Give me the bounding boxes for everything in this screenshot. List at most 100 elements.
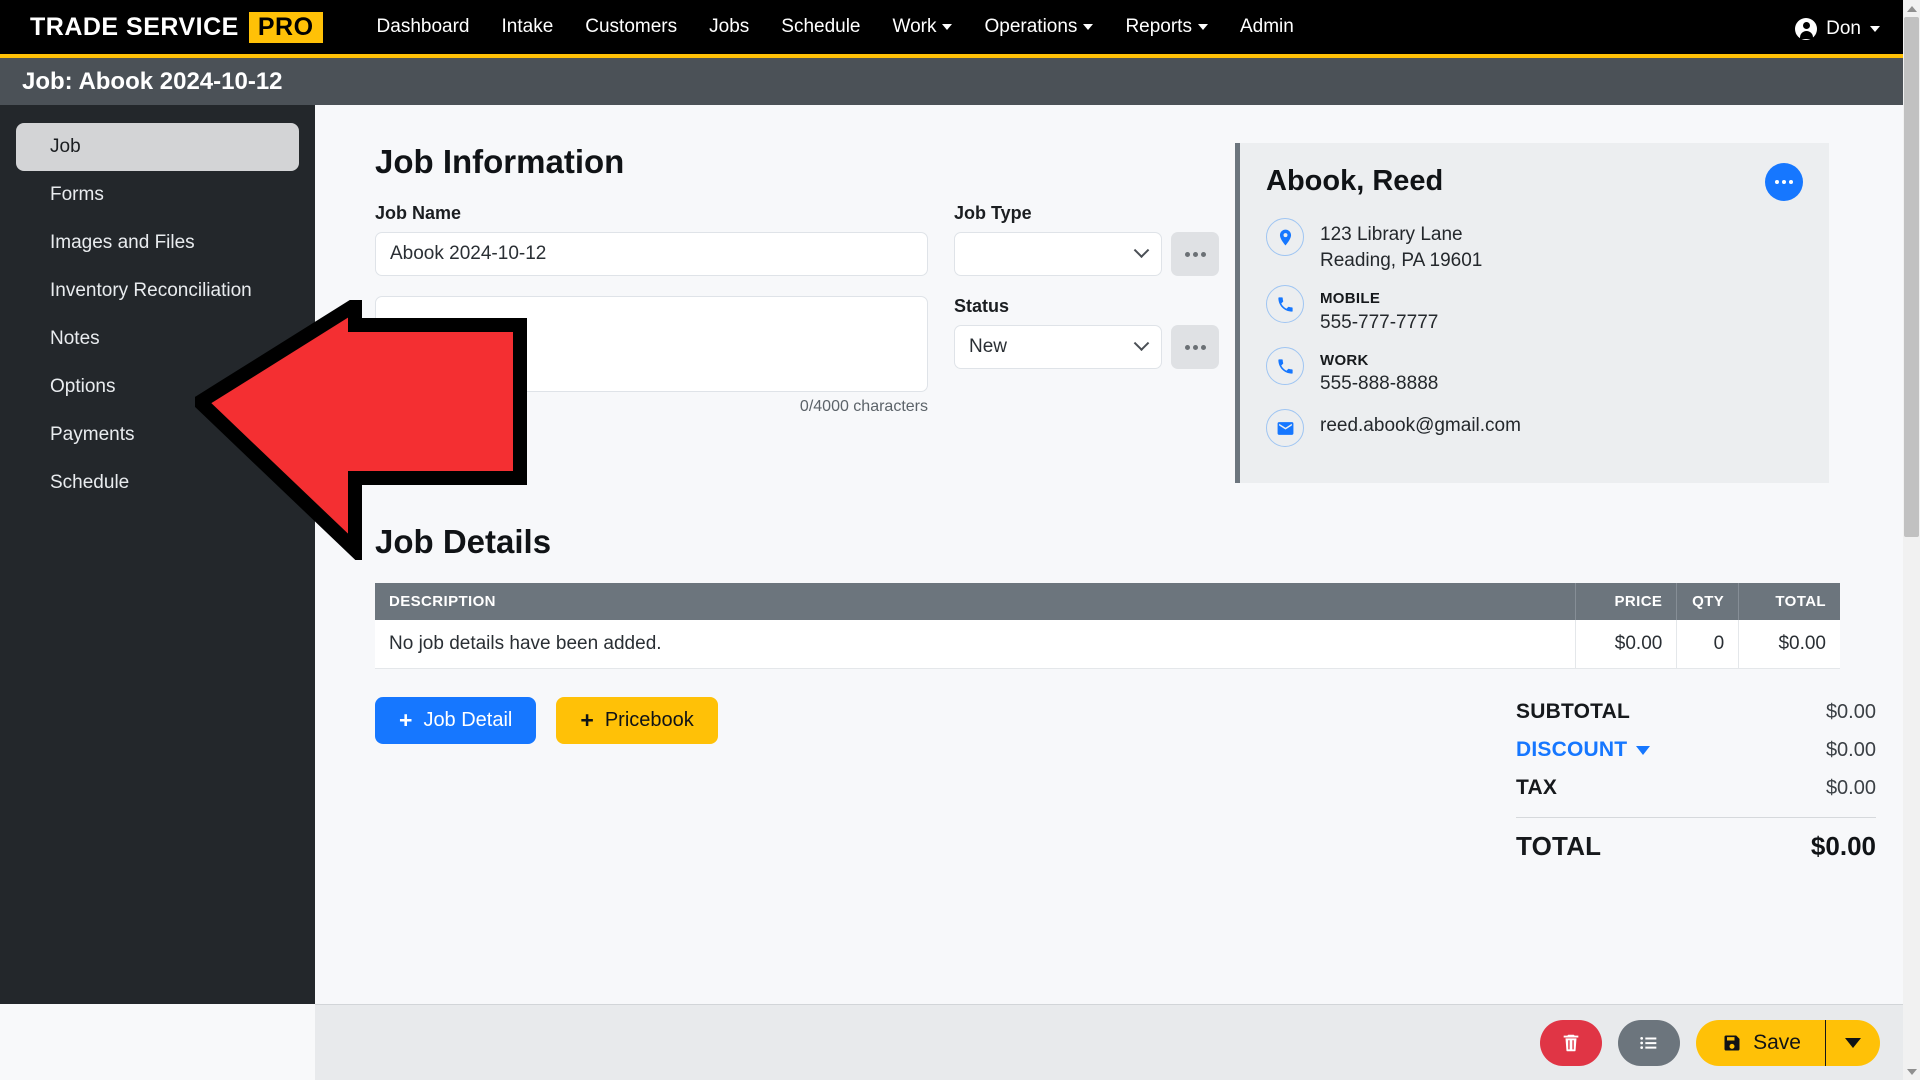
cell-total: $0.00 bbox=[1739, 620, 1840, 669]
work-value[interactable]: 555-888-8888 bbox=[1320, 371, 1438, 397]
sidebar-item-label: Notes bbox=[50, 328, 100, 349]
chevron-down-icon bbox=[942, 24, 952, 30]
job-name-input[interactable]: Abook 2024-10-12 bbox=[375, 232, 928, 276]
table-body: No job details have been added. $0.00 0 … bbox=[375, 620, 1840, 669]
mobile-value[interactable]: 555-777-7777 bbox=[1320, 310, 1438, 336]
subtotal-label: SUBTOTAL bbox=[1516, 700, 1630, 724]
list-icon bbox=[1638, 1032, 1660, 1054]
dot-icon bbox=[1789, 180, 1793, 184]
phone-icon bbox=[1266, 285, 1304, 323]
scroll-up-button[interactable] bbox=[1903, 0, 1920, 17]
status-group: Status New bbox=[954, 296, 1219, 416]
vertical-scrollbar[interactable] bbox=[1903, 0, 1920, 1080]
save-dropdown-toggle[interactable] bbox=[1826, 1020, 1880, 1066]
nav-item-customers[interactable]: Customers bbox=[569, 8, 693, 46]
discount-value: $0.00 bbox=[1826, 739, 1876, 762]
job-type-more-button[interactable] bbox=[1171, 232, 1219, 276]
scrollbar-thumb[interactable] bbox=[1904, 17, 1919, 537]
customer-email[interactable]: reed.abook@gmail.com bbox=[1320, 409, 1521, 439]
chevron-down-icon bbox=[1083, 24, 1093, 30]
customer-more-button[interactable] bbox=[1765, 163, 1803, 201]
nav-label: Admin bbox=[1240, 16, 1294, 38]
job-name-label: Job Name bbox=[375, 203, 928, 224]
nav-links: Dashboard Intake Customers Jobs Schedule… bbox=[361, 8, 1310, 46]
cell-price: $0.00 bbox=[1576, 620, 1677, 669]
job-type-label: Job Type bbox=[954, 203, 1219, 224]
chevron-down-icon bbox=[1870, 26, 1880, 32]
work-label: WORK bbox=[1320, 351, 1438, 371]
discount-label: DISCOUNT bbox=[1516, 738, 1627, 762]
nav-item-admin[interactable]: Admin bbox=[1224, 8, 1310, 46]
sidebar-item-inventory-reconciliation[interactable]: Inventory Reconciliation bbox=[16, 267, 299, 315]
column-header-price: PRICE bbox=[1576, 583, 1677, 620]
job-type-controls bbox=[954, 232, 1219, 276]
dot-icon bbox=[1775, 180, 1779, 184]
list-view-button[interactable] bbox=[1618, 1020, 1680, 1066]
job-information-heading: Job Information bbox=[375, 143, 1205, 181]
add-pricebook-label: Pricebook bbox=[605, 709, 694, 732]
sidebar-item-label: Images and Files bbox=[50, 232, 195, 253]
delete-button[interactable] bbox=[1540, 1020, 1602, 1066]
customer-work: WORK 555-888-8888 bbox=[1320, 347, 1438, 397]
add-pricebook-button[interactable]: + Pricebook bbox=[556, 697, 717, 744]
chevron-down-icon bbox=[1198, 24, 1208, 30]
discount-toggle[interactable]: DISCOUNT bbox=[1516, 738, 1650, 762]
nav-item-operations[interactable]: Operations bbox=[968, 8, 1109, 46]
address-line2: Reading, PA 19601 bbox=[1320, 248, 1482, 274]
customer-mobile: MOBILE 555-777-7777 bbox=[1320, 285, 1438, 335]
nav-item-reports[interactable]: Reports bbox=[1109, 8, 1224, 46]
discount-row: DISCOUNT $0.00 bbox=[1516, 731, 1876, 769]
footer-action-bar: Save bbox=[315, 1004, 1920, 1080]
sidebar-item-payments[interactable]: Payments bbox=[16, 411, 299, 459]
save-button-group: Save bbox=[1696, 1020, 1880, 1066]
dot-icon bbox=[1201, 252, 1206, 257]
job-information-section: Job Information Job Name Abook 2024-10-1… bbox=[375, 143, 1876, 483]
scroll-down-button[interactable] bbox=[1903, 1063, 1920, 1080]
main-content: Job Information Job Name Abook 2024-10-1… bbox=[315, 105, 1920, 1004]
cell-description: No job details have been added. bbox=[375, 620, 1576, 669]
sidebar-item-label: Inventory Reconciliation bbox=[50, 280, 252, 301]
caret-down-icon bbox=[1907, 1069, 1917, 1075]
field-row-bottom: 0/4000 characters Status New bbox=[375, 296, 1205, 436]
sidebar-item-label: Schedule bbox=[50, 472, 129, 493]
nav-item-dashboard[interactable]: Dashboard bbox=[361, 8, 486, 46]
nav-label: Customers bbox=[585, 16, 677, 38]
nav-label: Schedule bbox=[781, 16, 860, 38]
brand-logo[interactable]: TRADE SERVICE PRO bbox=[22, 8, 331, 47]
nav-item-schedule[interactable]: Schedule bbox=[765, 8, 876, 46]
job-type-select[interactable] bbox=[954, 232, 1162, 276]
trash-icon bbox=[1560, 1032, 1582, 1054]
job-description-textarea[interactable] bbox=[375, 296, 928, 392]
sidebar-item-schedule[interactable]: Schedule bbox=[16, 459, 299, 507]
dot-icon bbox=[1193, 345, 1198, 350]
sidebar-item-options[interactable]: Options bbox=[16, 363, 299, 411]
location-pin-icon bbox=[1266, 218, 1304, 256]
floppy-disk-icon bbox=[1722, 1033, 1742, 1053]
sidebar-item-notes[interactable]: Notes bbox=[16, 315, 299, 363]
table-head: DESCRIPTION PRICE QTY TOTAL bbox=[375, 583, 1840, 620]
envelope-icon bbox=[1266, 409, 1304, 447]
status-select[interactable]: New bbox=[954, 325, 1162, 369]
description-char-counter: 0/4000 characters bbox=[375, 398, 928, 416]
mobile-label: MOBILE bbox=[1320, 289, 1438, 309]
customer-address: 123 Library Lane Reading, PA 19601 bbox=[1320, 218, 1482, 273]
tax-row: TAX $0.00 bbox=[1516, 769, 1876, 807]
sidebar: Job Forms Images and Files Inventory Rec… bbox=[0, 105, 315, 1004]
sidebar-item-job[interactable]: Job bbox=[16, 123, 299, 171]
nav-item-work[interactable]: Work bbox=[877, 8, 969, 46]
plus-icon: + bbox=[399, 709, 412, 732]
nav-item-intake[interactable]: Intake bbox=[486, 8, 570, 46]
user-menu[interactable]: Don bbox=[1795, 0, 1880, 58]
job-type-group: Job Type bbox=[954, 203, 1219, 276]
field-row-top: Job Name Abook 2024-10-12 Job Type bbox=[375, 203, 1205, 296]
column-header-description: DESCRIPTION bbox=[375, 583, 1576, 620]
job-information-form: Job Information Job Name Abook 2024-10-1… bbox=[375, 143, 1205, 483]
save-button[interactable]: Save bbox=[1696, 1020, 1826, 1066]
sidebar-item-forms[interactable]: Forms bbox=[16, 171, 299, 219]
sidebar-item-images-and-files[interactable]: Images and Files bbox=[16, 219, 299, 267]
nav-item-jobs[interactable]: Jobs bbox=[693, 8, 765, 46]
status-more-button[interactable] bbox=[1171, 325, 1219, 369]
add-job-detail-button[interactable]: + Job Detail bbox=[375, 697, 536, 744]
tax-label: TAX bbox=[1516, 776, 1557, 800]
nav-label: Operations bbox=[984, 16, 1077, 38]
